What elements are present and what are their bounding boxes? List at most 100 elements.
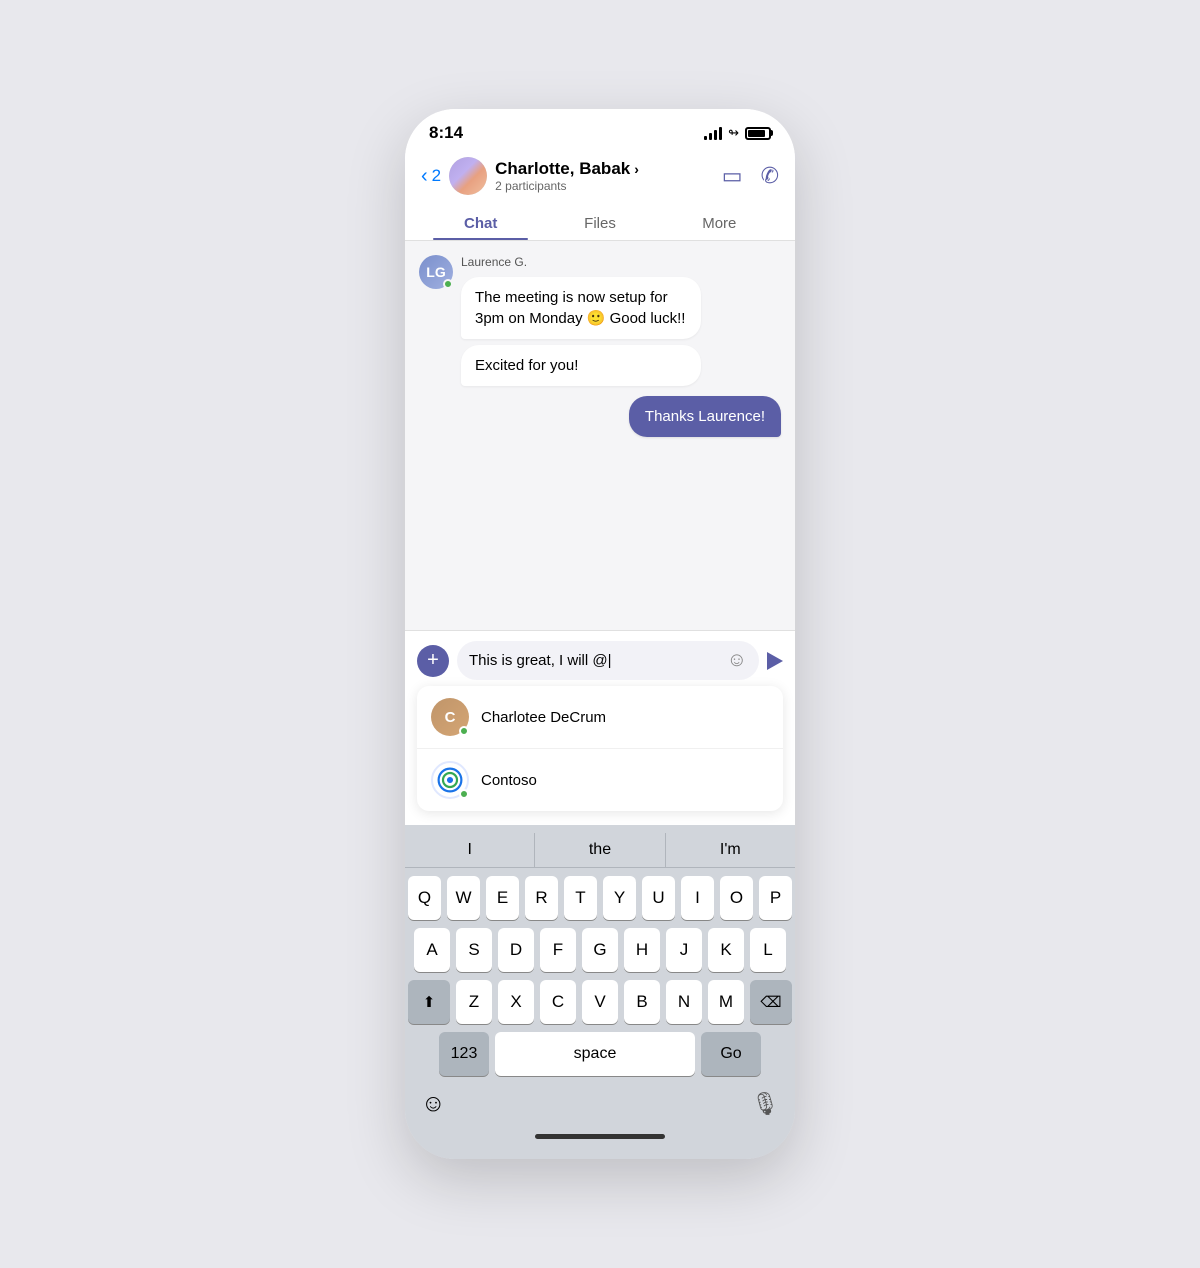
wifi-icon: ↬ [728,125,739,141]
message-group-received: LG Laurence G. The meeting is now setup … [419,255,781,386]
keyboard-rows: Q W E R T Y U I O P A S D F G H J K [405,872,795,1076]
sender-avatar: LG [419,255,453,289]
contoso-online-dot [459,789,469,799]
header-left: ‹ 2 Charlotte, Babak › 2 participants [421,157,639,195]
go-key[interactable]: Go [701,1032,761,1076]
key-m[interactable]: M [708,980,744,1024]
charlotee-avatar: C [431,698,469,736]
status-icons: ↬ [704,125,771,141]
message-input-wrap: This is great, I will @| ☺ [457,641,759,680]
group-avatar [449,157,487,195]
key-g[interactable]: G [582,928,618,972]
key-c[interactable]: C [540,980,576,1024]
mention-dropdown: C Charlotee DeCrum Contoso [417,686,783,811]
keyboard-bottom: ☺ 🎙 [405,1084,795,1134]
tab-files[interactable]: Files [540,205,659,240]
home-bar [535,1134,665,1139]
key-n[interactable]: N [666,980,702,1024]
key-f[interactable]: F [540,928,576,972]
key-r[interactable]: R [525,876,558,920]
suggestion-im[interactable]: I'm [666,833,795,867]
keyboard: I the I'm Q W E R T Y U I O P A S D [405,825,795,1159]
tab-more[interactable]: More [660,205,779,240]
contoso-avatar [431,761,469,799]
sender-name: Laurence G. [461,255,701,269]
bottom-bar-area [405,1134,795,1159]
status-bar: 8:14 ↬ [405,109,795,149]
continued-bubble-wrap: Excited for you! [419,345,781,386]
shift-key[interactable]: ⬆ [408,980,450,1024]
key-i[interactable]: I [681,876,714,920]
keyboard-mic-button[interactable]: 🎙 [751,1091,779,1117]
tabs: Chat Files More [421,205,779,240]
received-bubble-2: Excited for you! [461,345,701,386]
sent-message-row: Thanks Laurence! [419,396,781,437]
group-avatar-img [449,157,487,195]
key-row-2: A S D F G H J K L [408,928,792,972]
tab-chat[interactable]: Chat [421,205,540,240]
battery-icon [745,127,771,140]
status-time: 8:14 [429,123,463,143]
key-p[interactable]: P [759,876,792,920]
plus-icon: + [427,649,439,672]
keyboard-emoji-button[interactable]: ☺ [421,1090,446,1118]
phone-call-button[interactable]: ✆ [761,163,779,189]
message-input[interactable]: This is great, I will @| [469,652,719,669]
sender-row: LG Laurence G. The meeting is now setup … [419,255,781,339]
back-button[interactable]: ‹ 2 [421,166,441,186]
signal-icon [704,126,722,140]
send-arrow-icon [767,652,783,670]
chat-header: ‹ 2 Charlotte, Babak › 2 participants ▭ … [405,149,795,241]
keyboard-suggestions: I the I'm [405,833,795,868]
key-t[interactable]: T [564,876,597,920]
key-e[interactable]: E [486,876,519,920]
add-attachment-button[interactable]: + [417,645,449,677]
input-row: + This is great, I will @| ☺ [417,641,783,680]
suggestion-the[interactable]: the [535,833,665,867]
contoso-name: Contoso [481,772,537,789]
charlotee-online-dot [459,726,469,736]
header-name-area: Charlotte, Babak › 2 participants [495,159,639,193]
key-d[interactable]: D [498,928,534,972]
back-chevron-icon: ‹ [421,166,428,186]
delete-key[interactable]: ⌫ [750,980,792,1024]
participants-count: 2 participants [495,179,639,193]
key-l[interactable]: L [750,928,786,972]
key-k[interactable]: K [708,928,744,972]
num-key[interactable]: 123 [439,1032,489,1076]
key-s[interactable]: S [456,928,492,972]
key-y[interactable]: Y [603,876,636,920]
key-q[interactable]: Q [408,876,441,920]
key-h[interactable]: H [624,928,660,972]
key-o[interactable]: O [720,876,753,920]
key-v[interactable]: V [582,980,618,1024]
header-actions: ▭ ✆ [722,163,779,189]
header-name[interactable]: Charlotte, Babak › [495,159,639,179]
phone-shell: 8:14 ↬ ‹ 2 Charlo [405,109,795,1159]
name-chevron-icon: › [634,161,639,177]
input-area: + This is great, I will @| ☺ C Charlotee… [405,630,795,825]
mention-item-charlotee[interactable]: C Charlotee DeCrum [417,686,783,749]
key-b[interactable]: B [624,980,660,1024]
send-button[interactable] [767,652,783,670]
space-key[interactable]: space [495,1032,695,1076]
emoji-button[interactable]: ☺ [727,649,747,672]
key-u[interactable]: U [642,876,675,920]
sent-bubble: Thanks Laurence! [629,396,781,437]
charlotee-name: Charlotee DeCrum [481,709,606,726]
video-call-button[interactable]: ▭ [722,163,743,189]
key-x[interactable]: X [498,980,534,1024]
key-j[interactable]: J [666,928,702,972]
suggestion-i[interactable]: I [405,833,535,867]
back-count: 2 [432,166,441,186]
online-status-dot [443,279,453,289]
mention-item-contoso[interactable]: Contoso [417,749,783,811]
key-row-1: Q W E R T Y U I O P [408,876,792,920]
key-z[interactable]: Z [456,980,492,1024]
message-content: Laurence G. The meeting is now setup for… [461,255,701,339]
key-a[interactable]: A [414,928,450,972]
key-row-3: ⬆ Z X C V B N M ⌫ [408,980,792,1024]
header-top: ‹ 2 Charlotte, Babak › 2 participants ▭ … [421,157,779,195]
chat-area: LG Laurence G. The meeting is now setup … [405,241,795,630]
key-w[interactable]: W [447,876,480,920]
